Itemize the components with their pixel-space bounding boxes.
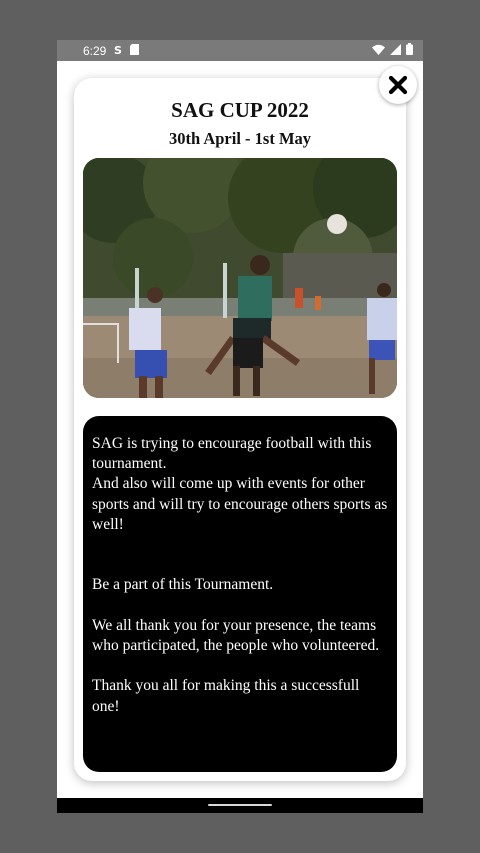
dialog-title: SAG CUP 2022	[171, 98, 309, 122]
dialog-subtitle: 30th April - 1st May	[168, 129, 312, 148]
status-bar: 6:29 S	[57, 40, 423, 61]
close-button[interactable]	[379, 66, 417, 104]
wifi-icon	[372, 44, 385, 58]
status-time: 6:29	[83, 43, 107, 58]
message-box: SAG is trying to encourage football with…	[83, 416, 397, 772]
sd-card-icon	[130, 43, 140, 58]
event-photo	[83, 158, 397, 398]
navigation-bar	[57, 798, 423, 813]
svg-text:S: S	[114, 44, 122, 55]
home-indicator[interactable]	[208, 804, 272, 806]
close-icon	[388, 75, 408, 95]
phone-screen: 6:29 S SAG CUP 2022 30th April - 1st May	[57, 40, 423, 813]
battery-icon	[406, 43, 413, 58]
message-text: SAG is trying to encourage football with…	[92, 435, 388, 715]
sync-icon: S	[114, 44, 124, 58]
signal-icon	[390, 43, 401, 58]
